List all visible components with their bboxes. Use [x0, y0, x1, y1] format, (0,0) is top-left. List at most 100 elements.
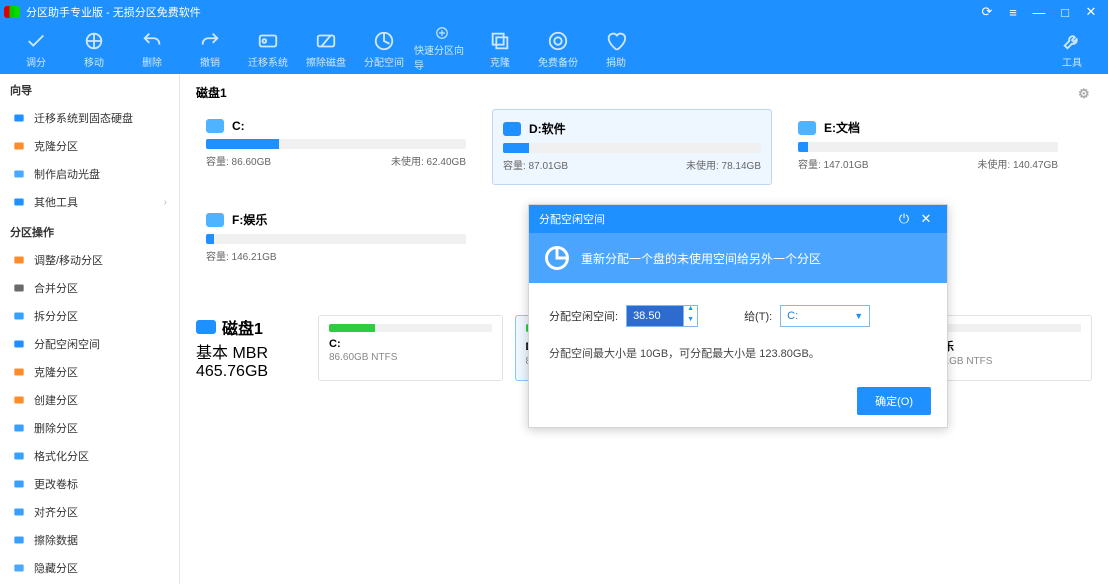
sidebar-item-label: 迁移系统到固态硬盘: [34, 110, 133, 126]
dialog-title: 分配空闲空间: [539, 211, 605, 227]
tool-icon: [12, 195, 26, 209]
bottom-partition[interactable]: C: 86.60GB NTFS: [318, 315, 503, 381]
sidebar-item-label: 拆分分区: [34, 308, 78, 324]
sidebar-item[interactable]: 隐藏分区: [0, 554, 179, 582]
sidebar-item[interactable]: 更改卷标: [0, 470, 179, 498]
tool-undo[interactable]: 删除: [124, 26, 180, 72]
disk-icon: [12, 111, 26, 125]
dialog-banner-text: 重新分配一个盘的未使用空间给另外一个分区: [581, 250, 821, 267]
partition-card[interactable]: F:娱乐 容量: 146.21GB: [196, 201, 476, 275]
menu-icon[interactable]: ≡: [1000, 0, 1026, 24]
tool-tools[interactable]: 工具: [1044, 26, 1100, 72]
dialog-close-icon[interactable]: ✕: [915, 211, 937, 227]
merge-icon: [12, 281, 26, 295]
fmt-icon: [12, 449, 26, 463]
minimize-icon[interactable]: —: [1026, 0, 1052, 24]
partition-name: C:: [232, 119, 245, 133]
sidebar-item-label: 其他工具: [34, 194, 78, 210]
sidebar-item[interactable]: 分配空闲空间: [0, 330, 179, 358]
allocate-dialog: 分配空闲空间 ⏻ ✕ 重新分配一个盘的未使用空间给另外一个分区 分配空闲空间: …: [528, 204, 948, 428]
settings-icon[interactable]: ⚙: [1078, 86, 1092, 100]
spin-down-icon[interactable]: ▼: [684, 316, 697, 327]
align-icon: [12, 505, 26, 519]
tool-apply[interactable]: 调分: [8, 26, 64, 72]
spin-up-icon[interactable]: ▲: [684, 305, 697, 316]
refresh-icon[interactable]: ⟳: [974, 0, 1000, 24]
tool-wizard[interactable]: 快速分区向导: [414, 26, 470, 72]
chevron-down-icon: ▼: [854, 311, 863, 321]
titlebar: 分区助手专业版 - 无损分区免费软件 ⟳ ≡ — □ ✕: [0, 0, 1108, 24]
resize-icon: [12, 253, 26, 267]
clone-icon: [12, 365, 26, 379]
sidebar-heading-ops: 分区操作: [0, 216, 179, 246]
tool-donate[interactable]: 捐助: [588, 26, 644, 72]
dialog-help-icon[interactable]: ⏻: [893, 211, 915, 227]
tool-move[interactable]: 移动: [66, 26, 122, 72]
partition-name: F:娱乐: [232, 211, 267, 228]
tool-clone[interactable]: 克隆: [472, 26, 528, 72]
partition-capacity: 容量: 146.21GB: [206, 248, 277, 263]
sidebar-item[interactable]: 调整/移动分区: [0, 246, 179, 274]
alloc-icon: [12, 337, 26, 351]
pie-icon: [543, 244, 571, 272]
disk-summary: 磁盘1 基本 MBR 465.76GB: [196, 315, 306, 381]
tool-alloc[interactable]: 分配空间: [356, 26, 412, 72]
sidebar-item-label: 创建分区: [34, 392, 78, 408]
sidebar-item-label: 合并分区: [34, 280, 78, 296]
ok-button[interactable]: 确定(O): [857, 387, 931, 415]
sidebar-item-label: 擦除数据: [34, 532, 78, 548]
sidebar-item[interactable]: 克隆分区: [0, 132, 179, 160]
size-spinner[interactable]: ▲▼: [626, 305, 698, 327]
sidebar-item[interactable]: 迁移系统到固态硬盘: [0, 104, 179, 132]
sidebar-item[interactable]: 创建分区: [0, 386, 179, 414]
tool-backup[interactable]: 免费备份: [530, 26, 586, 72]
sidebar-item-label: 克隆分区: [34, 138, 78, 154]
chevron-right-icon: ›: [164, 197, 167, 208]
partition-card[interactable]: E:文档 容量: 147.01GB未使用: 140.47GB: [788, 109, 1068, 185]
del-icon: [12, 421, 26, 435]
drive-icon: [503, 122, 521, 136]
sidebar-item[interactable]: 格式化分区: [0, 442, 179, 470]
size-input[interactable]: [627, 306, 683, 326]
maximize-icon[interactable]: □: [1052, 0, 1078, 24]
partition-free: 未使用: 140.47GB: [977, 156, 1058, 171]
wand-icon: [12, 167, 26, 181]
sidebar-item[interactable]: 克隆分区: [0, 358, 179, 386]
partition-name: E:文档: [824, 119, 860, 136]
tool-redo[interactable]: 撤销: [182, 26, 238, 72]
content: 磁盘1 ⚙ C: 容量: 86.60GB 未使用: 62.40GB D:软件 容量…: [180, 74, 1108, 584]
partition-card[interactable]: D:软件 容量: 87.01GB未使用: 78.14GB: [492, 109, 772, 185]
partition-free: 未使用: 62.40GB: [391, 153, 466, 168]
bottom-sub: 86.60GB NTFS: [329, 352, 492, 363]
sidebar-item-label: 更改卷标: [34, 476, 78, 492]
split-icon: [12, 309, 26, 323]
tool-wipe[interactable]: 擦除磁盘: [298, 26, 354, 72]
disk-label: 磁盘1: [196, 84, 227, 101]
app-title: 分区助手专业版 - 无损分区免费软件: [26, 4, 974, 20]
partition-capacity: 容量: 86.60GB: [206, 153, 271, 168]
partition-card[interactable]: C: 容量: 86.60GB 未使用: 62.40GB: [196, 109, 476, 185]
label-icon: [12, 477, 26, 491]
sidebar-item[interactable]: 合并分区: [0, 274, 179, 302]
sidebar-item[interactable]: 擦除数据: [0, 526, 179, 554]
hide-icon: [12, 561, 26, 575]
toolbar: 调分 移动 删除 撤销 迁移系统 擦除磁盘 分配空间 快速分区向导 克隆 免费备…: [0, 24, 1108, 74]
sidebar-item[interactable]: 拆分分区: [0, 302, 179, 330]
create-icon: [12, 393, 26, 407]
sidebar-item-label: 删除分区: [34, 420, 78, 436]
sidebar-item-label: 对齐分区: [34, 504, 78, 520]
drive-icon: [206, 213, 224, 227]
close-icon[interactable]: ✕: [1078, 0, 1104, 24]
label-size: 分配空闲空间:: [549, 308, 618, 324]
sidebar-item[interactable]: 对齐分区: [0, 498, 179, 526]
drive-icon: [206, 119, 224, 133]
sidebar-item[interactable]: 删除分区: [0, 414, 179, 442]
target-select[interactable]: C:▼: [780, 305, 870, 327]
sidebar-item[interactable]: 其他工具 ›: [0, 188, 179, 216]
sidebar-item[interactable]: 制作启动光盘: [0, 160, 179, 188]
tool-migrate[interactable]: 迁移系统: [240, 26, 296, 72]
sidebar-heading-wizard: 向导: [0, 74, 179, 104]
sidebar-item-label: 制作启动光盘: [34, 166, 100, 182]
label-target: 给(T):: [744, 308, 772, 324]
bottom-title: C:: [329, 338, 492, 350]
